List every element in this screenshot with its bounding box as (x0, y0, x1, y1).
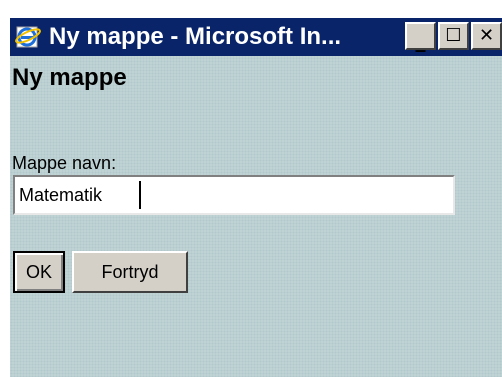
browser-window: Ny mappe - Microsoft In... _ ☐ ✕ Ny mapp… (10, 18, 502, 377)
ok-button[interactable]: OK (13, 251, 65, 293)
minimize-button[interactable]: _ (405, 22, 436, 50)
window-title: Ny mappe - Microsoft In... (49, 23, 342, 50)
internet-explorer-icon (13, 22, 43, 52)
folder-name-input[interactable] (13, 175, 455, 215)
title-bar[interactable]: Ny mappe - Microsoft In... _ ☐ ✕ (10, 18, 502, 56)
maximize-icon: ☐ (445, 25, 462, 46)
close-button[interactable]: ✕ (471, 22, 502, 50)
folder-name-label: Mappe navn: (12, 153, 117, 173)
minimize-icon: _ (415, 28, 426, 52)
page-title: Ny mappe (12, 64, 127, 91)
maximize-button[interactable]: ☐ (438, 22, 469, 50)
window-controls: _ ☐ ✕ (405, 22, 502, 50)
cancel-button[interactable]: Fortryd (72, 251, 188, 293)
text-caret (139, 181, 141, 209)
close-icon: ✕ (478, 25, 495, 46)
